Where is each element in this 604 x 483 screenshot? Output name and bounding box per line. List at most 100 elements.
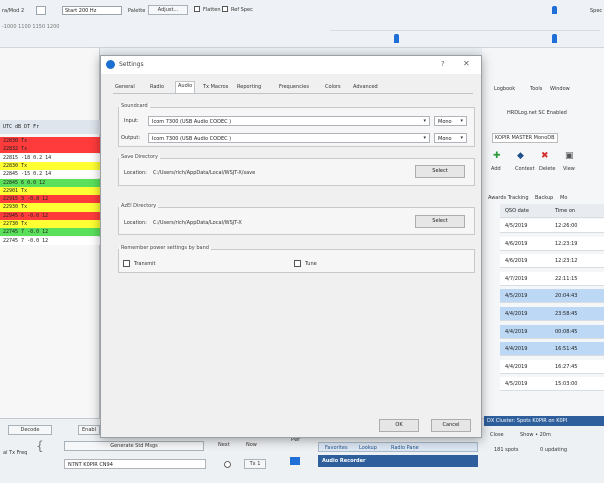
qso-row[interactable]: 4/5/2019 20:04:43 bbox=[500, 289, 604, 304]
decode-row[interactable]: 22832 Tx bbox=[0, 145, 100, 154]
qso-row[interactable]: 4/4/2019 23:58:45 bbox=[500, 307, 604, 321]
azel-location-label: Location: bbox=[124, 220, 147, 226]
ref-spec-checkbox[interactable] bbox=[222, 6, 228, 12]
start-frequency-spinner[interactable]: Start 200 Hz bbox=[62, 6, 122, 15]
next-tx1-radio[interactable] bbox=[224, 461, 231, 468]
qso-date: 4/4/2019 bbox=[505, 363, 528, 370]
qso-row[interactable]: 4/4/2019 16:51:45 bbox=[500, 342, 604, 357]
adjust-button-label: Adjust... bbox=[157, 7, 179, 13]
decode-row[interactable]: 22830 Tx bbox=[0, 137, 100, 146]
tab-radio[interactable]: Radio bbox=[148, 83, 166, 91]
tune-label: Tune bbox=[305, 261, 317, 267]
save-select-button[interactable]: Select bbox=[415, 165, 465, 178]
view-icon[interactable]: ▣ bbox=[565, 151, 574, 161]
mode-spinner[interactable] bbox=[36, 6, 46, 15]
ok-button[interactable]: OK bbox=[379, 419, 419, 432]
backup-button[interactable]: Backup bbox=[535, 195, 553, 201]
main-toolbar: ra/Mod 2 Start 200 Hz Palette Adjust... … bbox=[0, 0, 604, 48]
tab-frequencies[interactable]: Frequencies bbox=[277, 83, 311, 91]
flatten-checkbox[interactable] bbox=[194, 6, 200, 12]
qso-row[interactable]: 4/4/2019 16:27:45 bbox=[500, 359, 604, 374]
input-channel-value: Mono bbox=[438, 119, 452, 125]
generate-std-msgs-button[interactable]: Generate Std Msgs bbox=[64, 441, 204, 451]
remember-power-group-label: Remember power settings by band bbox=[119, 245, 211, 251]
enable-tx-button[interactable]: Enabl bbox=[78, 425, 100, 435]
adjust-button[interactable]: Adjust... bbox=[148, 5, 188, 15]
dx-spots-count: 181 spots bbox=[494, 447, 519, 453]
grid-header-date[interactable]: QSO date bbox=[505, 208, 529, 214]
qso-row[interactable]: 4/5/2019 12:26:00 bbox=[500, 219, 604, 233]
decode-row[interactable]: 22815 -18 0.2 14 bbox=[0, 153, 100, 162]
dialog-titlebar[interactable]: Settings ? ✕ bbox=[101, 56, 481, 74]
qso-time: 12:23:19 bbox=[555, 240, 578, 247]
tab-lookup[interactable]: Lookup bbox=[359, 445, 377, 451]
qso-row[interactable]: 4/5/2019 15:03:00 bbox=[500, 377, 604, 392]
decode-row[interactable]: 22730 Tx bbox=[0, 220, 100, 229]
toolbar-icon-label: View bbox=[563, 166, 575, 172]
azel-select-label: Select bbox=[432, 218, 448, 224]
decode-row[interactable]: 22845 6 0.0 12 bbox=[0, 178, 100, 187]
qso-date: 4/5/2019 bbox=[505, 223, 528, 229]
input-device-select[interactable]: Icom 7300 (USB Audio CODEC ) ▾ bbox=[148, 116, 430, 126]
qso-row[interactable]: 4/6/2019 12:23:12 bbox=[500, 254, 604, 269]
qso-row[interactable]: 4/7/2019 22:11:15 bbox=[500, 271, 604, 286]
transmit-checkbox[interactable] bbox=[123, 260, 130, 267]
tab-advanced[interactable]: Advanced bbox=[351, 83, 380, 91]
soundcard-group-label: Soundcard bbox=[119, 103, 150, 109]
decode-row[interactable]: 22830 Tx bbox=[0, 161, 100, 171]
qso-time: 16:51:45 bbox=[555, 346, 578, 353]
qso-row[interactable]: 4/6/2019 12:23:19 bbox=[500, 236, 604, 251]
add-icon[interactable]: ✚ bbox=[493, 151, 501, 161]
tab-radio-pane[interactable]: Radio Pane bbox=[391, 445, 419, 451]
decode-row[interactable]: 22915 3 -0.8 12 bbox=[0, 195, 100, 204]
decode-row[interactable]: 22745 7 -0.0 12 bbox=[0, 228, 100, 237]
ok-button-label: OK bbox=[395, 422, 403, 428]
decode-row[interactable]: 22845 -15 0.2 14 bbox=[0, 170, 100, 179]
dx-close-button[interactable]: Close bbox=[490, 432, 504, 438]
awards-tracking-button[interactable]: Awards Tracking bbox=[488, 195, 529, 201]
start-frequency-value: Start 200 Hz bbox=[65, 8, 97, 14]
decode-row[interactable]: 22945 6 -0.0 12 bbox=[0, 211, 100, 220]
tab-audio[interactable]: Audio bbox=[175, 81, 196, 93]
toolbar-icon-label: Add bbox=[491, 166, 501, 172]
qso-date: 4/4/2019 bbox=[505, 311, 528, 317]
menu-window[interactable]: Window bbox=[550, 86, 570, 92]
tx1-now-label: Tx 1 bbox=[249, 461, 261, 467]
output-device-select[interactable]: Icom 7300 (USB Audio CODEC ) ▾ bbox=[148, 133, 430, 143]
more-button[interactable]: Mo bbox=[560, 195, 567, 201]
logbook-tab[interactable]: KOPIR MASTER MonoDB bbox=[492, 133, 558, 143]
decode-row[interactable]: 22901 Tx bbox=[0, 186, 100, 195]
help-icon[interactable]: ? bbox=[441, 60, 445, 68]
decode-row[interactable]: 22745 7 -0.0 12 bbox=[0, 236, 100, 245]
qso-row[interactable]: 4/4/2019 00:08:45 bbox=[500, 324, 604, 339]
output-label: Output: bbox=[121, 135, 141, 141]
tx1-now-button[interactable]: Tx 1 bbox=[244, 459, 266, 469]
context-icon[interactable]: ◆ bbox=[517, 151, 524, 161]
tune-checkbox[interactable] bbox=[294, 260, 301, 267]
menu-tools[interactable]: Tools bbox=[530, 86, 542, 92]
tab-reporting[interactable]: Reporting bbox=[235, 83, 263, 91]
dialog-title: Settings bbox=[119, 61, 144, 68]
palette-label: Palette bbox=[128, 8, 146, 14]
decode-button[interactable]: Decode bbox=[8, 425, 52, 435]
tab-tx-macros[interactable]: Tx Macros bbox=[201, 83, 230, 91]
ref-spec-label: Ref Spec bbox=[231, 7, 253, 13]
menu-logbook[interactable]: Logbook bbox=[494, 86, 515, 92]
close-icon[interactable]: ✕ bbox=[463, 59, 470, 68]
input-channel-select[interactable]: Mono ▾ bbox=[434, 116, 467, 126]
input-device-value: Icom 7300 (USB Audio CODEC ) bbox=[152, 119, 232, 125]
favorites-tabbar: Favorites Lookup Radio Pane bbox=[318, 442, 478, 452]
cancel-button[interactable]: Cancel bbox=[431, 419, 471, 432]
tab-general[interactable]: General bbox=[113, 83, 137, 91]
decode-row[interactable]: 22930 Tx bbox=[0, 203, 100, 212]
tab-colors[interactable]: Colors bbox=[323, 83, 343, 91]
delete-icon[interactable]: ✖ bbox=[541, 151, 549, 161]
tx1-message-field[interactable]: N7NT K0PIR CN94 bbox=[64, 459, 206, 469]
grid-header-time[interactable]: Time on bbox=[555, 208, 575, 214]
output-channel-select[interactable]: Mono ▾ bbox=[434, 133, 467, 143]
tx1-message-value: N7NT K0PIR CN94 bbox=[68, 462, 113, 468]
tab-favorites[interactable]: Favorites bbox=[325, 445, 348, 451]
audio-recorder-bar: Audio Recorder bbox=[318, 455, 478, 467]
dx-show-dropdown[interactable]: Show • 20m bbox=[520, 432, 551, 438]
azel-select-button[interactable]: Select bbox=[415, 215, 465, 228]
